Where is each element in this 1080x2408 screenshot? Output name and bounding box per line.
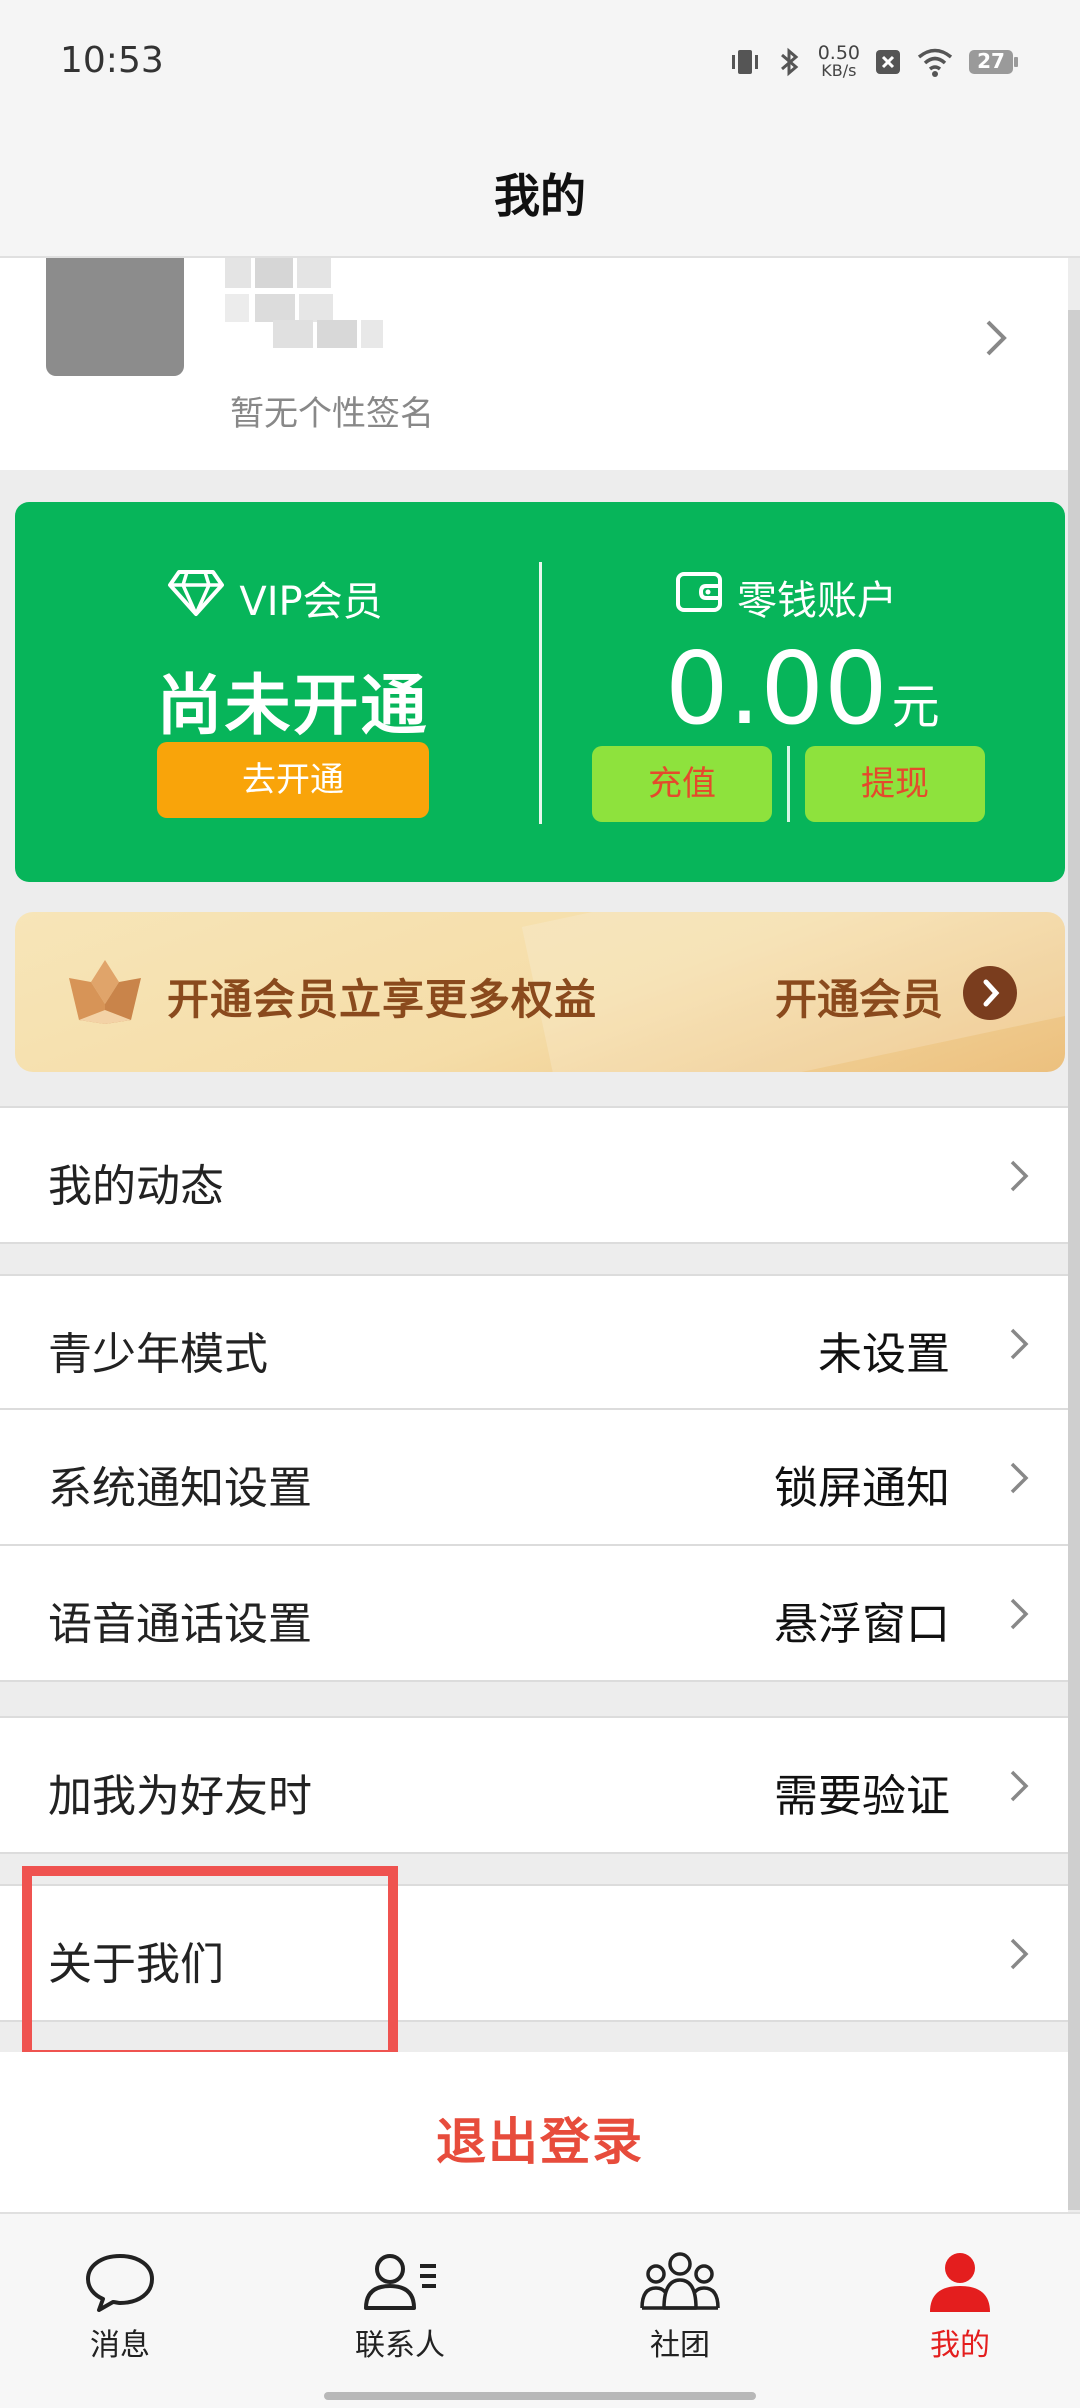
card-divider — [539, 562, 542, 824]
divider — [0, 1242, 1068, 1244]
banner-text: 开通会员立享更多权益 — [167, 975, 598, 1024]
signature: 暂无个性签名 — [230, 394, 434, 434]
chevron-right-icon — [980, 318, 1014, 356]
wallet-amount: 0.00 元 — [665, 630, 940, 747]
menu-item-value: 未设置 — [818, 1329, 950, 1380]
menu-item-my-posts[interactable]: 我的动态 — [0, 1108, 1068, 1242]
contacts-icon — [320, 2250, 480, 2314]
tab-bar: 消息 联系人 社团 我的 — [0, 2212, 1080, 2408]
account-card: VIP会员 尚未开通 去开通 零钱账户 0.00 元 充值 提现 — [15, 502, 1065, 882]
net-speed-value: 0.50 — [817, 42, 860, 64]
menu-item-notification-settings[interactable]: 系统通知设置 锁屏通知 — [0, 1410, 1068, 1544]
header: 我的 — [0, 126, 1080, 258]
menu-item-label: 我的动态 — [48, 1161, 224, 1212]
divider — [0, 1680, 1068, 1682]
menu-item-add-friend[interactable]: 加我为好友时 需要验证 — [0, 1718, 1068, 1852]
tab-label: 我的 — [930, 2328, 990, 2363]
button-divider — [787, 746, 790, 822]
diamond-icon — [167, 568, 225, 628]
wifi-icon — [916, 46, 954, 78]
battery-icon: 27 — [968, 48, 1020, 76]
menu-item-label: 系统通知设置 — [48, 1463, 312, 1514]
highlight-box — [22, 1866, 398, 2060]
status-time: 10:53 — [60, 40, 164, 81]
net-speed-unit: KB/s — [821, 61, 857, 80]
withdraw-button[interactable]: 提现 — [805, 746, 985, 822]
avatar[interactable] — [46, 258, 184, 376]
chevron-right-icon — [1006, 1596, 1034, 1636]
chevron-right-icon — [1006, 1326, 1034, 1366]
profile-card[interactable]: 暂无个性签名 — [0, 258, 1068, 470]
group-icon — [600, 2250, 760, 2314]
chevron-right-icon — [1006, 1936, 1034, 1976]
chevron-right-icon — [1006, 1768, 1034, 1808]
member-banner[interactable]: 开通会员立享更多权益 开通会员 — [15, 912, 1065, 1072]
tab-label: 消息 — [90, 2328, 150, 2363]
status-bar: 10:53 0.50 KB/s 27 — [0, 0, 1080, 126]
logout-row[interactable]: 退出登录 — [0, 2052, 1068, 2212]
menu-item-value: 悬浮窗口 — [774, 1599, 950, 1650]
status-icons: 0.50 KB/s 27 — [728, 40, 1020, 84]
menu-item-label: 加我为好友时 — [48, 1771, 312, 1822]
wallet-amount-value: 0.00 — [665, 630, 888, 747]
wallet-amount-unit: 元 — [891, 679, 940, 735]
notification-x-icon — [874, 47, 902, 77]
chevron-right-icon — [1006, 1460, 1034, 1500]
tab-community[interactable]: 社团 — [600, 2250, 760, 2390]
open-member-link[interactable]: 开通会员 — [775, 966, 943, 1027]
crown-icon — [63, 954, 147, 1034]
chat-bubble-icon — [40, 2250, 200, 2314]
menu-item-teen-mode[interactable]: 青少年模式 未设置 — [0, 1276, 1068, 1410]
arrow-right-icon[interactable] — [963, 966, 1017, 1020]
recharge-button[interactable]: 充值 — [592, 746, 772, 822]
menu-item-label: 青少年模式 — [48, 1329, 268, 1380]
logout-button[interactable]: 退出登录 — [0, 2102, 1080, 2174]
vip-label: VIP会员 — [15, 568, 535, 628]
menu-item-label: 语音通话设置 — [48, 1599, 312, 1650]
vip-label-text: VIP会员 — [239, 579, 383, 625]
tab-me[interactable]: 我的 — [880, 2250, 1040, 2390]
username-blurred — [225, 258, 385, 358]
vibrate-icon — [728, 45, 762, 79]
bluetooth-icon — [776, 45, 804, 79]
wallet-label-text: 零钱账户 — [737, 578, 897, 624]
tab-label: 联系人 — [355, 2328, 445, 2363]
menu-item-value: 锁屏通知 — [774, 1463, 950, 1514]
tab-label: 社团 — [650, 2328, 710, 2363]
battery-level: 27 — [977, 49, 1005, 73]
divider — [0, 1852, 1068, 1854]
tab-contacts[interactable]: 联系人 — [320, 2250, 480, 2390]
wallet-label[interactable]: 零钱账户 — [675, 568, 897, 626]
wallet-icon — [675, 569, 723, 625]
chevron-right-icon — [1006, 1158, 1034, 1198]
person-icon — [880, 2250, 1040, 2314]
tab-messages[interactable]: 消息 — [40, 2250, 200, 2390]
open-vip-button[interactable]: 去开通 — [157, 742, 429, 818]
scrollbar[interactable] — [1068, 310, 1080, 2210]
menu-item-voice-call-settings[interactable]: 语音通话设置 悬浮窗口 — [0, 1546, 1068, 1680]
home-indicator[interactable] — [324, 2392, 756, 2400]
network-speed: 0.50 KB/s — [817, 42, 860, 80]
page-title: 我的 — [494, 169, 586, 223]
menu-item-value: 需要验证 — [774, 1771, 950, 1822]
vip-status: 尚未开通 — [156, 667, 429, 744]
